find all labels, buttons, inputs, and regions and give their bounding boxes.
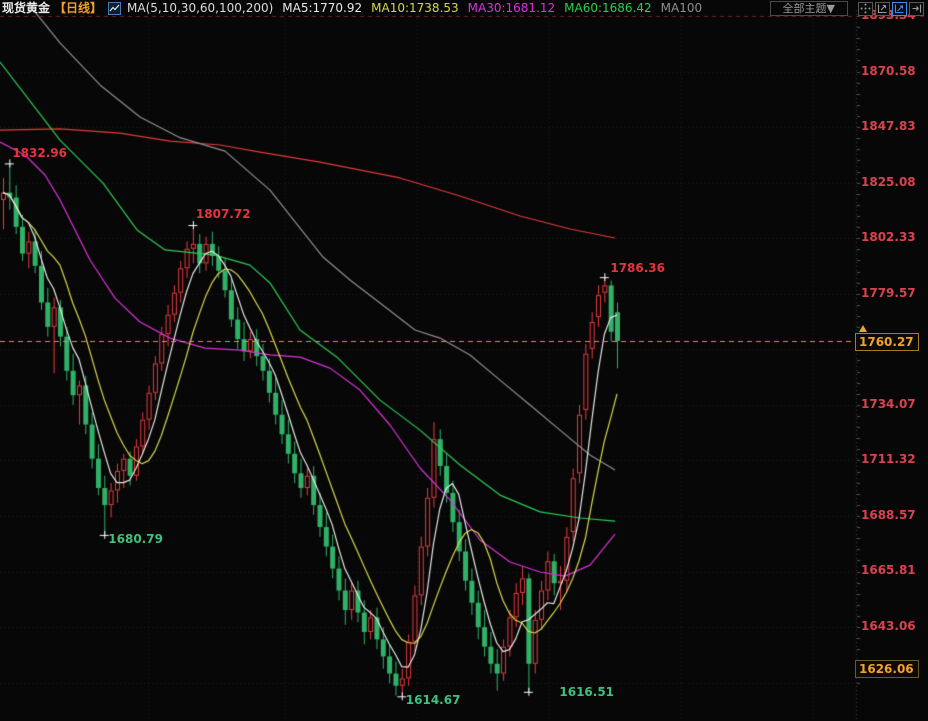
ma5-value-label: MA5:1770.92 [282,1,362,16]
price-annotation-high: 1786.36 [610,261,665,275]
price-annotation-low: 1616.51 [559,685,614,699]
axis-price-label: 1734.07 [861,397,916,411]
price-annotation-low: 1614.67 [406,693,461,707]
symbol-name: 现货黄金 [2,1,50,16]
trading-chart-window: 现货黄金 【日线】 MA(5,10,30,60,100,200) MA5:177… [0,0,928,721]
axis-price-label: 1779.57 [861,286,916,300]
axis-price-label: 1688.57 [861,508,916,522]
candlestick-chart[interactable] [0,0,928,721]
price-up-arrow-icon [859,325,867,332]
axis-price-label: 1825.08 [861,175,916,189]
price-annotation-low: 1680.79 [108,532,163,546]
ma-params-label: MA(5,10,30,60,100,200) [127,1,273,16]
ma10-value-label: MA10:1738.53 [371,1,459,16]
ma100-value-label: MA100 [661,1,702,16]
axis-price-label: 1802.33 [861,230,916,244]
price-annotation-high: 1832.96 [12,146,67,160]
pin-right-icon[interactable] [909,2,924,16]
pan-crosshair-icon[interactable] [858,2,873,16]
chart-toolbar [856,2,924,16]
theme-selector-button[interactable]: 全部主题▼ [770,1,848,16]
axis-price-label: 1847.83 [861,119,916,133]
axis-price-label: 1643.06 [861,619,916,633]
current-price-label: 1760.27 [859,335,914,349]
price-annotation-high: 1807.72 [196,207,251,221]
ma30-value-label: MA30:1681.12 [468,1,556,16]
axis-price-label: 1870.58 [861,64,916,78]
auto-scale-icon[interactable] [892,2,907,16]
mini-kline-icon[interactable] [108,2,121,15]
ma60-value-label: MA60:1686.42 [564,1,652,16]
fit-chart-icon[interactable] [875,2,890,16]
secondary-price-box: 1626.06 [855,660,919,678]
axis-price-label: 1711.32 [861,452,916,466]
secondary-price-label: 1626.06 [859,662,914,676]
current-price-box: 1760.27 [855,333,919,351]
axis-price-label: 1665.81 [861,563,916,577]
chart-header: 现货黄金 【日线】 MA(5,10,30,60,100,200) MA5:177… [0,0,928,17]
timeframe-label[interactable]: 【日线】 [54,1,102,16]
